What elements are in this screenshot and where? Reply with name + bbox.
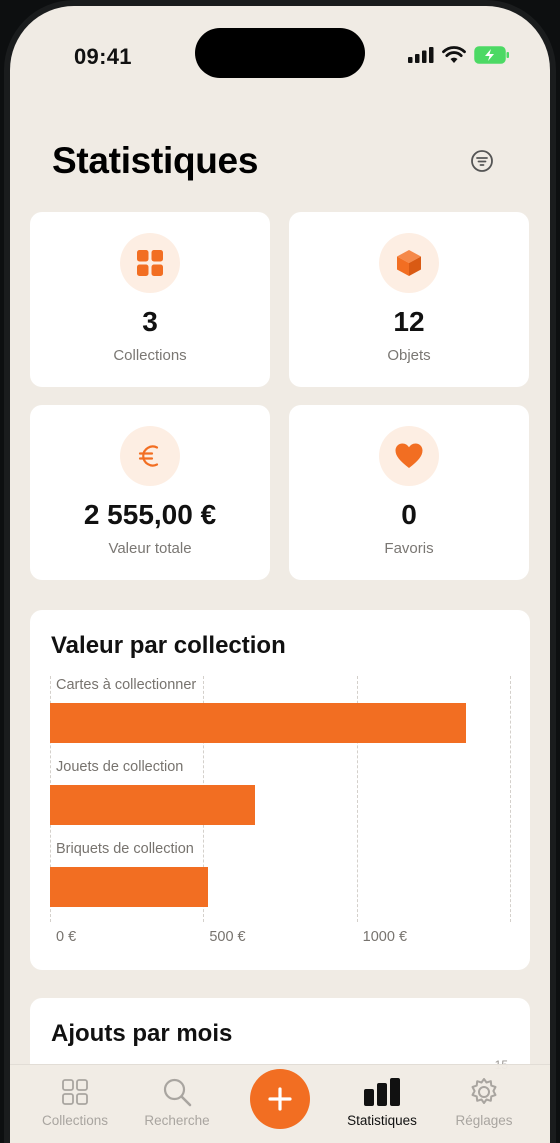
filter-button[interactable] bbox=[467, 146, 497, 176]
tab-bar: Collections Recherche Statistiques Régla… bbox=[10, 1064, 550, 1143]
screen: 09:41 Statistiques 3 Collections 12 Obje… bbox=[10, 6, 550, 1143]
status-icons bbox=[408, 46, 510, 64]
tab-label: Collections bbox=[41, 1113, 109, 1128]
stat-card-total-value: 2 555,00 € Valeur totale bbox=[30, 405, 270, 580]
tab-label: Réglages bbox=[455, 1113, 513, 1128]
gear-icon bbox=[471, 1078, 497, 1104]
bar-chart-icon bbox=[364, 1078, 400, 1106]
stat-label: Objets bbox=[387, 347, 431, 364]
stat-card-favorites: 0 Favoris bbox=[289, 405, 529, 580]
bar-label: Jouets de collection bbox=[56, 759, 184, 775]
tab-settings[interactable]: Réglages bbox=[434, 1075, 534, 1128]
stat-label: Valeur totale bbox=[108, 540, 192, 557]
grid-icon bbox=[62, 1079, 88, 1105]
stat-card-collections: 3 Collections bbox=[30, 212, 270, 387]
stat-value: 3 bbox=[142, 306, 158, 337]
device-frame: 09:41 Statistiques 3 Collections 12 Obje… bbox=[4, 0, 556, 1143]
grid-line bbox=[510, 676, 511, 922]
value-by-collection-card: Valeur par collection Cartes à collectio… bbox=[30, 610, 530, 970]
stat-label: Collections bbox=[113, 347, 187, 364]
grid-icon bbox=[120, 233, 180, 293]
stat-value: 2 555,00 € bbox=[83, 499, 217, 530]
bar-chart: Cartes à collectionner Jouets de collecti… bbox=[50, 676, 511, 945]
stat-value: 0 bbox=[401, 499, 417, 530]
stat-card-objects: 12 Objets bbox=[289, 212, 529, 387]
plus-icon bbox=[268, 1087, 292, 1111]
tab-collections[interactable]: Collections bbox=[25, 1075, 125, 1128]
x-tick-label: 1000 € bbox=[362, 929, 408, 945]
x-tick-label: 500 € bbox=[209, 929, 246, 945]
bar bbox=[50, 867, 208, 907]
add-button[interactable] bbox=[250, 1069, 310, 1129]
page-title: Statistiques bbox=[52, 140, 259, 181]
signal-icon bbox=[408, 47, 434, 63]
bar bbox=[50, 703, 466, 743]
bar-label: Cartes à collectionner bbox=[56, 677, 197, 693]
battery-charging-icon bbox=[474, 46, 509, 64]
chart-title: Valeur par collection bbox=[51, 632, 286, 659]
tab-search[interactable]: Recherche bbox=[127, 1075, 227, 1128]
stat-label: Favoris bbox=[384, 540, 434, 557]
status-time: 09:41 bbox=[74, 44, 132, 69]
tab-statistics[interactable]: Statistiques bbox=[332, 1075, 432, 1128]
box-icon bbox=[379, 233, 439, 293]
bar bbox=[50, 785, 256, 825]
x-tick-label: 0 € bbox=[56, 929, 77, 945]
euro-icon bbox=[120, 426, 180, 486]
wifi-icon bbox=[442, 46, 466, 63]
heart-icon bbox=[379, 426, 439, 486]
dynamic-island bbox=[195, 28, 365, 78]
filter-icon bbox=[471, 150, 493, 172]
search-icon bbox=[163, 1078, 192, 1107]
stat-value: 12 bbox=[393, 306, 425, 337]
tab-label: Recherche bbox=[144, 1113, 210, 1128]
bar-label: Briquets de collection bbox=[56, 841, 194, 857]
tab-label: Statistiques bbox=[347, 1113, 417, 1128]
monthly-title: Ajouts par mois bbox=[51, 1020, 233, 1047]
